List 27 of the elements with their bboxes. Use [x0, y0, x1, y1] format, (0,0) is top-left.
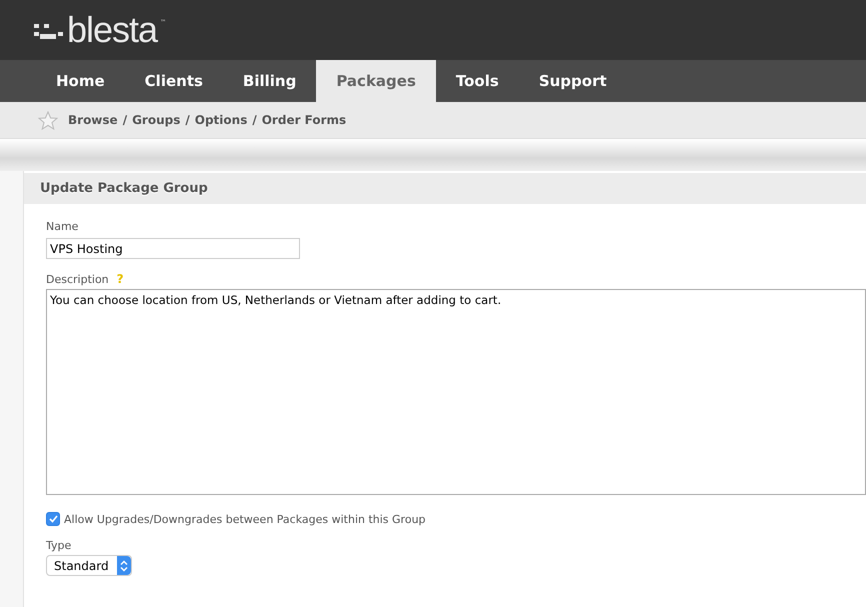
breadcrumb-link[interactable]: Groups [132, 113, 180, 127]
breadcrumb-link[interactable]: Browse [68, 113, 118, 127]
logo-text: blesta [67, 9, 158, 51]
check-icon [48, 515, 58, 523]
type-select[interactable]: Standard [46, 555, 132, 576]
field-label: Name [46, 220, 80, 233]
nav-tab[interactable]: Billing [222, 60, 316, 102]
breadcrumb-link[interactable]: Order Forms [262, 113, 346, 127]
field-label: Description [46, 272, 109, 286]
breadcrumb-separator: / [252, 113, 257, 127]
smiley-logo-icon [34, 21, 64, 39]
nav-tab[interactable]: Support [518, 60, 627, 102]
breadcrumb-separator: / [122, 113, 128, 127]
breadcrumb-link[interactable]: Options [194, 113, 248, 127]
nav-tab[interactable]: Tools [436, 60, 519, 102]
star-icon[interactable] [38, 110, 58, 130]
nav-tab[interactable]: Home [36, 60, 125, 102]
updown-chevron-icon[interactable] [120, 560, 128, 572]
nav-tab[interactable]: Packages [316, 60, 436, 102]
nav-tab[interactable]: Clients [124, 60, 223, 102]
field-label: Type [46, 539, 72, 552]
description-field[interactable]: You can choose location from US, Netherlands or Vietnam after adding to cart. [46, 289, 866, 495]
panel-title: Update Package Group [40, 181, 208, 196]
breadcrumb-separator: / [185, 113, 190, 127]
checkbox-label: Allow Upgrades/Downgrades between Packages within this Group [64, 512, 426, 526]
checkbox[interactable] [46, 512, 60, 526]
name-field[interactable]: VPS Hosting [46, 238, 300, 259]
